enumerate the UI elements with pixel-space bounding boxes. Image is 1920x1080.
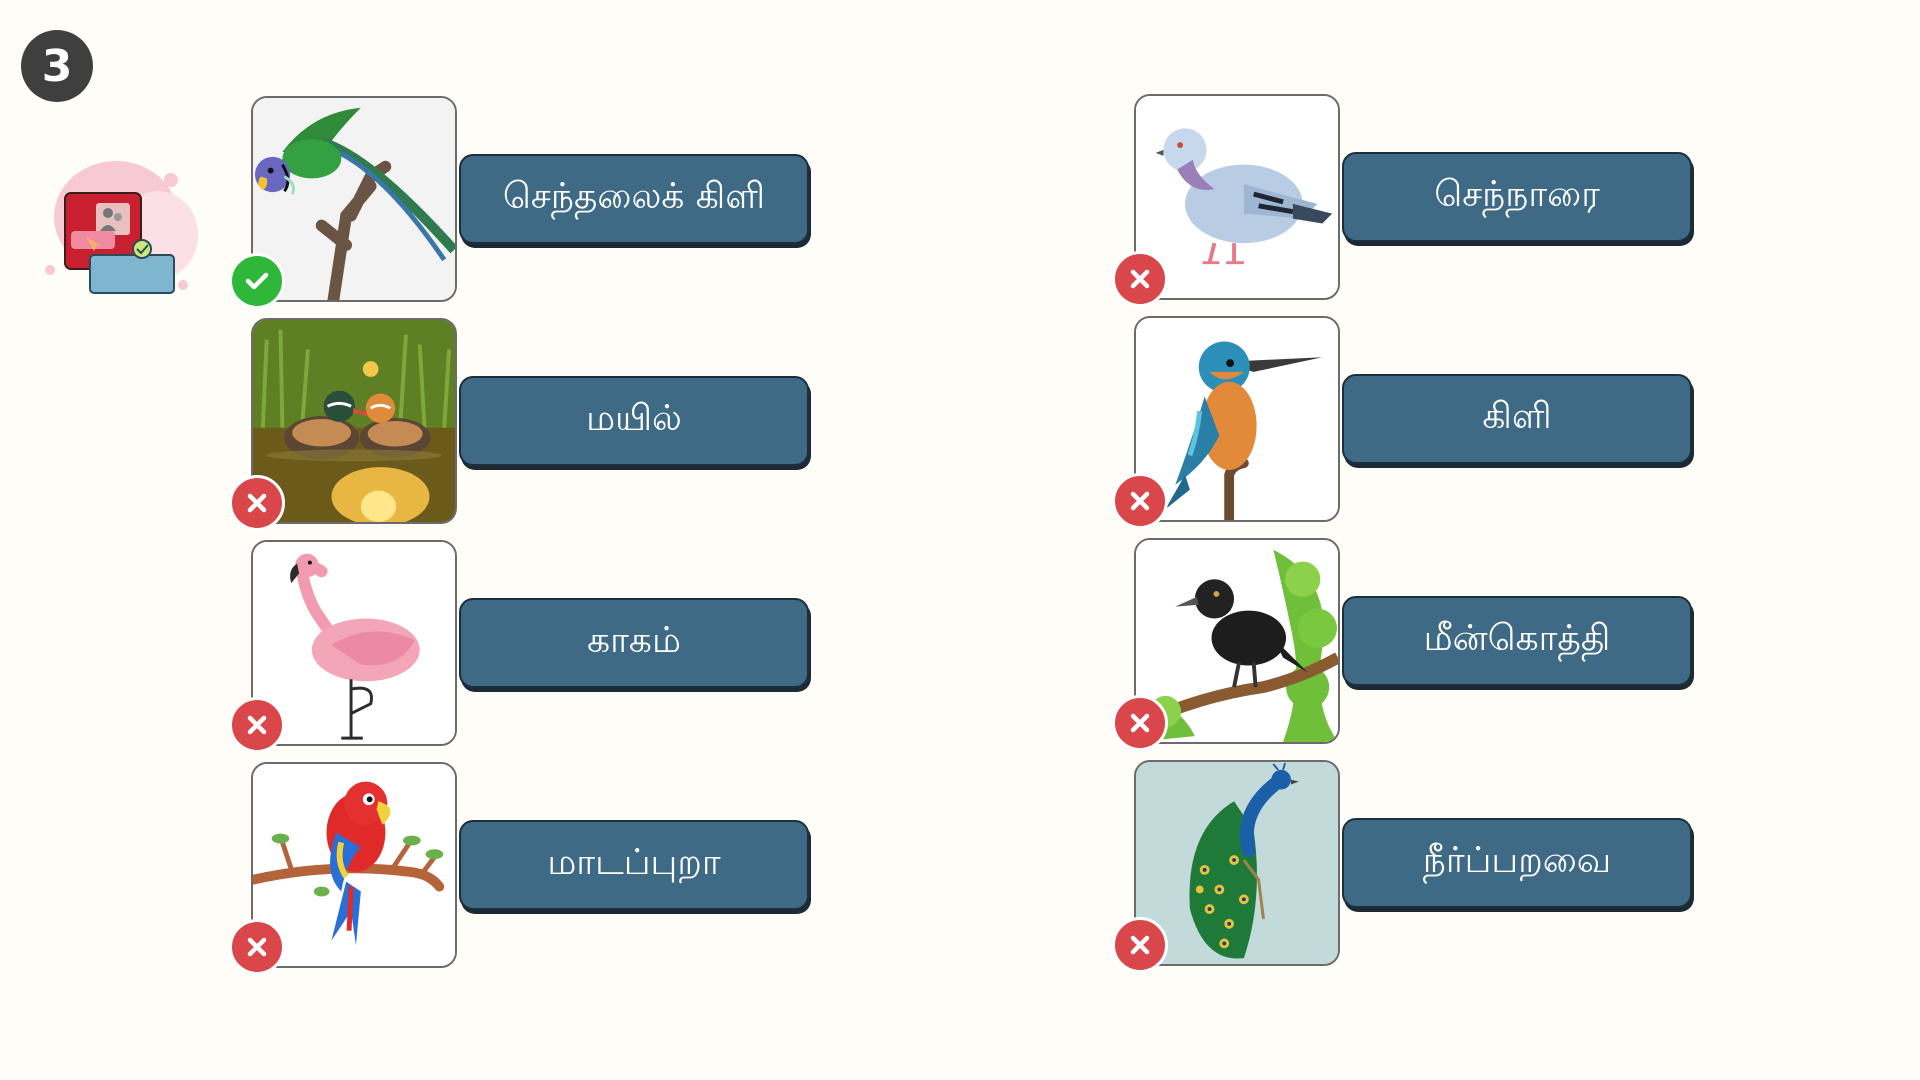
answer-label-button[interactable]: செந்தலைக் கிளி xyxy=(459,154,809,244)
wrong-x-icon xyxy=(229,919,285,975)
answer-label-button[interactable]: செந்நாரை xyxy=(1342,152,1692,242)
match-item-right-2: கிளி xyxy=(1112,316,1694,529)
match-item-left-4: மாடப்புறா xyxy=(229,762,811,975)
match-item-right-4: நீர்ப்பறவை xyxy=(1112,760,1694,973)
wrong-x-icon xyxy=(1112,695,1168,751)
wrong-x-icon xyxy=(1112,917,1168,973)
correct-check-icon xyxy=(229,253,285,309)
match-item-left-2: மயில் xyxy=(229,318,811,531)
answer-label-button[interactable]: நீர்ப்பறவை xyxy=(1342,818,1692,908)
match-item-left-3: காகம் xyxy=(229,540,811,753)
match-item-left-1: செந்தலைக் கிளி xyxy=(229,96,811,309)
answer-label-button[interactable]: மீன்கொத்தி xyxy=(1342,596,1692,686)
match-item-right-1: செந்நாரை xyxy=(1112,94,1694,307)
wrong-x-icon xyxy=(1112,251,1168,307)
step-number-badge: 3 xyxy=(21,30,93,102)
answer-label-button[interactable]: கிளி xyxy=(1342,374,1692,464)
answer-label-button[interactable]: காகம் xyxy=(459,598,809,688)
wrong-x-icon xyxy=(229,475,285,531)
matching-activity-icon xyxy=(28,145,214,305)
wrong-x-icon xyxy=(229,697,285,753)
match-item-right-3: மீன்கொத்தி xyxy=(1112,538,1694,751)
answer-label-button[interactable]: மயில் xyxy=(459,376,809,466)
wrong-x-icon xyxy=(1112,473,1168,529)
answer-label-button[interactable]: மாடப்புறா xyxy=(459,820,809,910)
